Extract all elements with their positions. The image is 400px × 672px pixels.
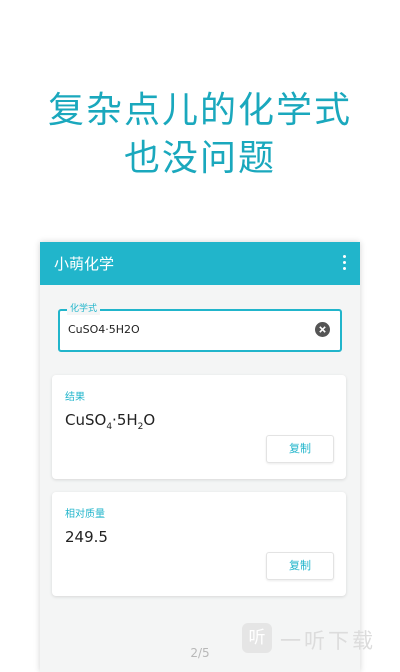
relative-mass-value: 249.5 (65, 528, 108, 546)
app-bar: 小萌化学 (40, 242, 360, 285)
result-card: 结果 CuSO4·5H2O 复制 (52, 375, 346, 479)
formula-input-field[interactable]: 化学式 CuSO4·5H2O (58, 303, 342, 352)
relative-mass-card: 相对质量 249.5 复制 (52, 492, 346, 596)
result-label: 结果 (65, 392, 85, 403)
copy-mass-button[interactable]: 复制 (266, 552, 334, 580)
formula-input[interactable]: CuSO4·5H2O (68, 323, 140, 336)
clear-icon[interactable] (315, 322, 330, 337)
more-options-icon[interactable] (338, 255, 350, 273)
watermark-text: 一听下载 (280, 629, 376, 653)
formula-part: ·5H (112, 411, 138, 429)
formula-part: CuSO (65, 411, 107, 429)
formula-part: O (143, 411, 156, 429)
headline-line-2: 也没问题 (123, 138, 276, 179)
watermark: 听 一听下载 (238, 620, 400, 656)
formula-input-label: 化学式 (67, 303, 101, 315)
relative-mass-label: 相对质量 (65, 509, 105, 520)
copy-result-button[interactable]: 复制 (266, 435, 334, 463)
app-screen: 小萌化学 化学式 CuSO4·5H2O 结果 CuSO4·5H2O 复制 相对质… (40, 242, 360, 672)
app-title: 小萌化学 (54, 255, 115, 273)
result-formula: CuSO4·5H2O (65, 411, 155, 432)
headline-line-1: 复杂点儿的化学式 (47, 90, 352, 131)
watermark-logo-icon: 听 (242, 623, 272, 653)
